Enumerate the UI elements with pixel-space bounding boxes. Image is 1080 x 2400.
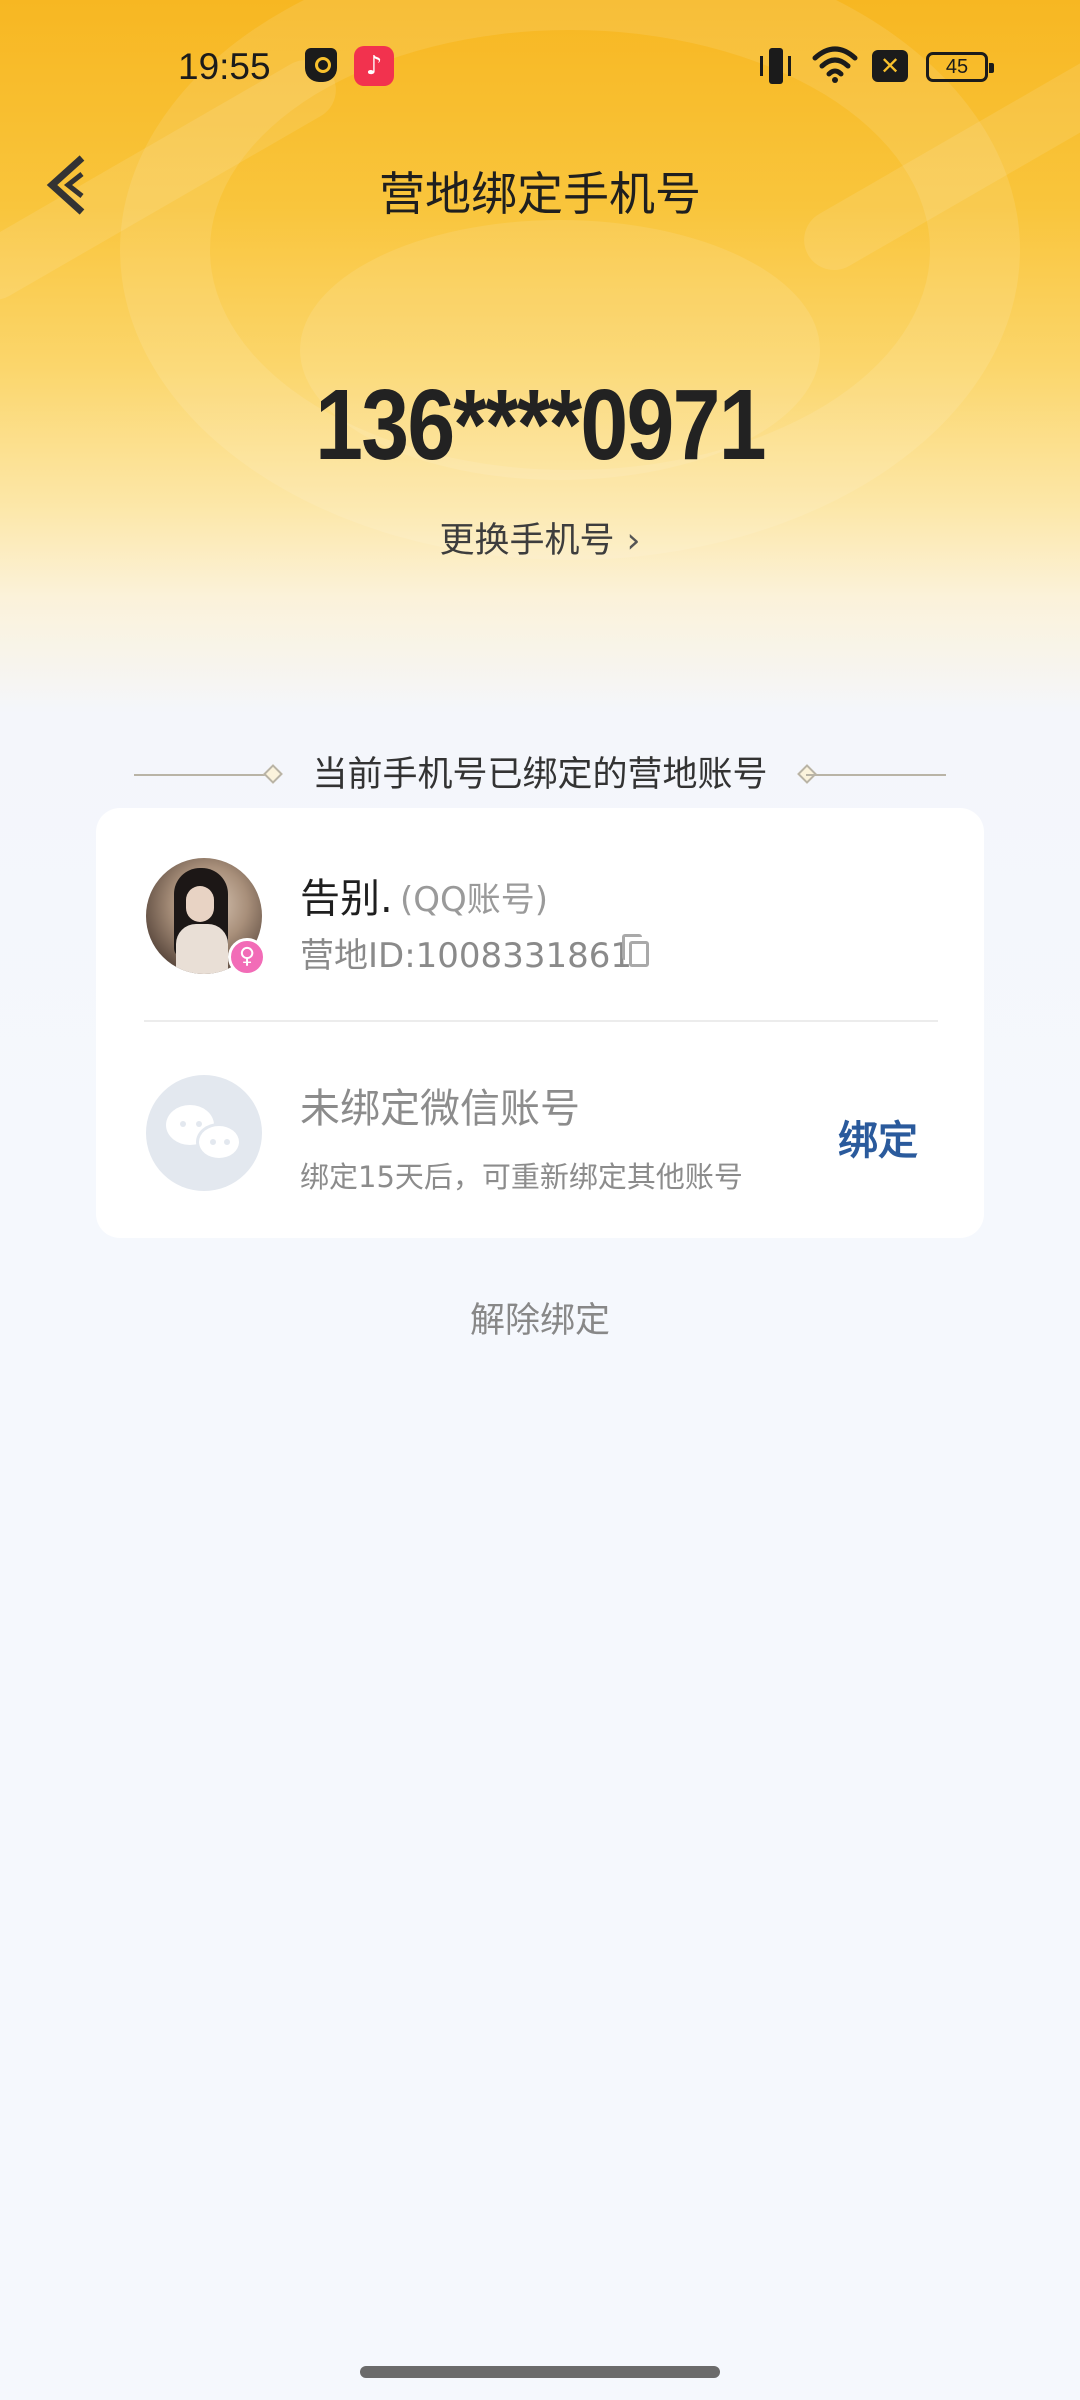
wifi-icon: [812, 46, 858, 83]
music-app-icon: ♪: [354, 46, 394, 86]
status-time: 19:55: [178, 46, 271, 87]
bound-accounts-section-header: 当前手机号已绑定的营地账号: [0, 748, 1080, 802]
copy-icon[interactable]: [622, 934, 652, 968]
bind-wechat-button[interactable]: 绑定: [838, 1108, 918, 1166]
status-bar: 19:55 ♪ ✕ 45: [0, 0, 1080, 140]
qq-account-type: (QQ账号): [400, 880, 549, 920]
bound-accounts-card: ♀ 告别. (QQ账号) 营地ID:1008331861 未绑定微信账号 绑定1…: [96, 808, 984, 1238]
female-gender-icon: ♀: [228, 938, 266, 976]
page-title: 营地绑定手机号: [379, 167, 701, 221]
close-notification-icon: ✕: [872, 50, 908, 82]
bound-phone-number: 136****0971: [315, 369, 766, 481]
unbind-button[interactable]: 解除绑定: [0, 1292, 1080, 1343]
camp-id: 营地ID:1008331861: [300, 936, 632, 976]
wechat-unbound-title: 未绑定微信账号: [300, 1086, 580, 1132]
battery-icon: 45: [926, 52, 994, 82]
card-divider: [144, 1020, 938, 1022]
change-phone-link[interactable]: 更换手机号 ›: [0, 512, 1080, 563]
change-phone-label: 更换手机号: [439, 521, 615, 561]
home-indicator[interactable]: [360, 2366, 720, 2378]
vibrate-icon: [760, 48, 792, 84]
section-title: 当前手机号已绑定的营地账号: [312, 755, 768, 795]
wechat-icon: [146, 1075, 262, 1191]
shield-icon: [305, 48, 337, 82]
wechat-unbound-description: 绑定15天后，可重新绑定其他账号: [300, 1160, 743, 1194]
chevron-right-icon: ›: [626, 521, 641, 561]
qq-account-name: 告别.: [300, 876, 393, 922]
